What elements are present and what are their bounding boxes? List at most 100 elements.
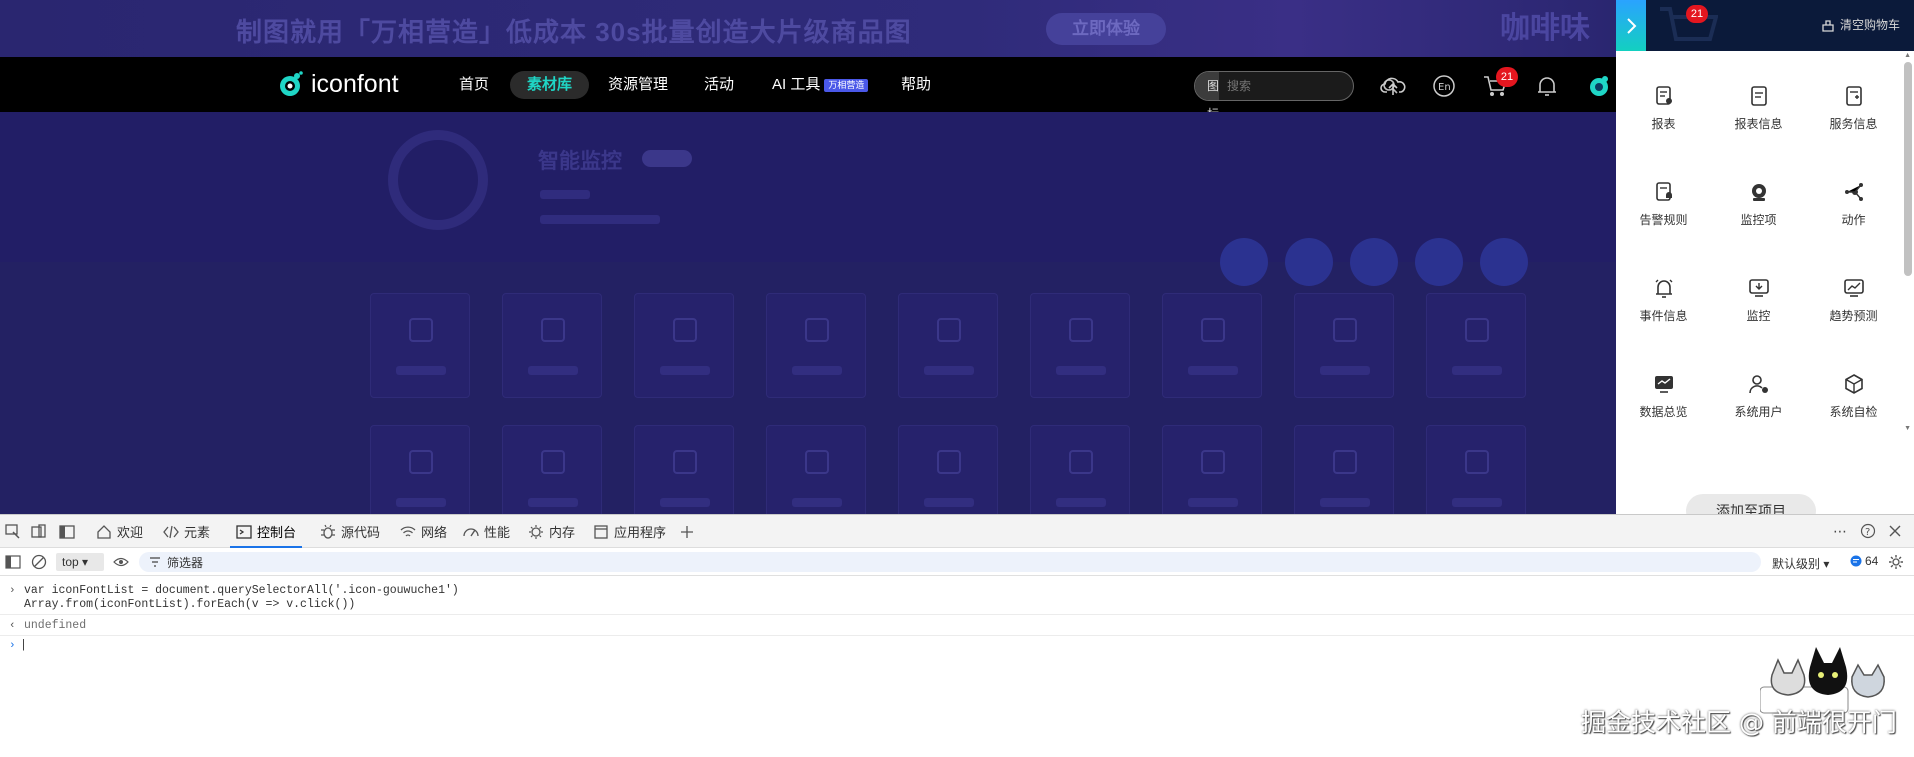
icon-card-icon — [1333, 450, 1357, 474]
cart-item[interactable]: 报表 — [1616, 51, 1711, 147]
nav-help[interactable]: 帮助 — [884, 71, 948, 99]
search-type-select[interactable]: 图标 ˅ — [1195, 72, 1220, 149]
watermark: 掘金技术社区 @ 前端很开门 — [1581, 708, 1897, 737]
device-icon[interactable] — [31, 524, 47, 540]
panel-scrollbar[interactable] — [1904, 62, 1912, 276]
language-icon[interactable]: En — [1430, 72, 1458, 100]
tab-sources[interactable]: 源代码 — [320, 515, 380, 548]
icon-card[interactable] — [898, 293, 998, 398]
icon-card[interactable] — [766, 425, 866, 514]
tab-memory[interactable]: 内存 — [528, 515, 575, 548]
icon-card[interactable] — [1030, 425, 1130, 514]
icon-card-icon — [1465, 318, 1489, 342]
console-input-line: var iconFontList = document.querySelecto… — [24, 584, 459, 597]
icon-card[interactable] — [1426, 425, 1526, 514]
cart-item[interactable]: 数据总览 — [1616, 339, 1711, 435]
clear-icon — [1822, 19, 1834, 32]
search-action-button[interactable] — [1220, 238, 1268, 286]
cart-item[interactable]: 报表信息 — [1711, 51, 1806, 147]
filter-placeholder: 筛选器 — [167, 555, 204, 570]
console-input-line: Array.from(iconFontList).forEach(v => v.… — [24, 598, 356, 611]
icon-card[interactable] — [502, 293, 602, 398]
add-tab-button[interactable] — [679, 515, 695, 548]
icon-card[interactable] — [1030, 293, 1130, 398]
share-action-button[interactable] — [1350, 238, 1398, 286]
icon-card[interactable] — [370, 425, 470, 514]
scroll-up-arrow[interactable]: ▲ — [1904, 52, 1911, 59]
nav-resources[interactable]: 资源管理 — [591, 71, 685, 99]
help-icon[interactable]: ? — [1860, 523, 1876, 539]
clear-cart-button[interactable]: 清空购物车 — [1821, 16, 1900, 33]
wifi-icon — [400, 525, 416, 536]
download-action-button[interactable] — [1415, 238, 1463, 286]
code-icon — [163, 525, 179, 538]
clear-console-icon[interactable] — [31, 554, 47, 570]
icon-card[interactable] — [766, 293, 866, 398]
cart-panel: 21 清空购物车 报表 报表信息 服务信息 告警规则 监控项 动作 事件信息 监… — [1616, 0, 1914, 528]
search-input[interactable] — [1219, 72, 1383, 100]
devtools-tabbar: 欢迎 元素 控制台 源代码 网络 性能 内存 应用程序 ⋯ ? — [0, 515, 1914, 548]
tab-network[interactable]: 网络 — [400, 515, 447, 548]
tab-console[interactable]: 控制台 — [229, 515, 303, 548]
panel-cart-count: 21 — [1686, 5, 1708, 23]
console-filter[interactable]: 筛选器 — [139, 552, 1761, 572]
cart-item[interactable]: 监控项 — [1711, 147, 1806, 243]
iconfont-logo[interactable]: iconfont — [277, 69, 399, 99]
cart-item[interactable]: 告警规则 — [1616, 147, 1711, 243]
banner-button[interactable]: 立即体验 — [1046, 13, 1166, 45]
icon-card[interactable] — [1294, 425, 1394, 514]
dock-icon[interactable] — [59, 524, 75, 540]
result-prompt-icon: ‹ — [9, 620, 16, 632]
bell-icon[interactable] — [1533, 72, 1561, 100]
inspect-icon[interactable] — [5, 524, 21, 540]
avatar[interactable] — [1585, 72, 1613, 100]
eye-icon[interactable] — [113, 555, 129, 569]
console-icon — [236, 524, 252, 539]
icon-card[interactable] — [1294, 293, 1394, 398]
cart-item[interactable]: 监控 — [1711, 243, 1806, 339]
cart-item[interactable]: 系统自检 — [1806, 339, 1901, 435]
icon-card[interactable] — [1162, 425, 1262, 514]
tab-welcome[interactable]: 欢迎 — [96, 515, 143, 548]
project-meta — [540, 190, 590, 199]
nav-activity[interactable]: 活动 — [687, 71, 751, 99]
issues-counter[interactable]: 64 — [1850, 554, 1878, 568]
icon-card[interactable] — [634, 293, 734, 398]
nav-ai-tools[interactable]: AI 工具 万相营造 — [755, 71, 885, 99]
cart-item[interactable]: 动作 — [1806, 147, 1901, 243]
nav-materials[interactable]: 素材库 — [510, 71, 590, 99]
icon-card-label — [1452, 366, 1502, 375]
collapse-panel-button[interactable] — [1616, 0, 1646, 51]
tab-label: 网络 — [421, 525, 448, 540]
cart-item[interactable]: 服务信息 — [1806, 51, 1901, 147]
console-caret[interactable]: | — [20, 639, 27, 652]
upload-icon[interactable] — [1379, 72, 1407, 100]
icon-card[interactable] — [1162, 293, 1262, 398]
icon-card[interactable] — [634, 425, 734, 514]
cart-item[interactable]: 趋势预测 — [1806, 243, 1901, 339]
monitor-icon — [1748, 279, 1769, 297]
close-icon[interactable] — [1888, 524, 1902, 538]
icon-card-label — [1452, 498, 1502, 507]
gear-icon[interactable] — [1888, 554, 1904, 570]
cart-action-button[interactable] — [1480, 238, 1528, 286]
promo-banner[interactable]: 制图就用「万相营造」低成本 30s批量创造大片级商品图 立即体验 咖啡味的 — [0, 0, 1616, 102]
tab-application[interactable]: 应用程序 — [593, 515, 666, 548]
power-action-button[interactable] — [1285, 238, 1333, 286]
icon-card-label — [396, 366, 446, 375]
more-icon[interactable]: ⋯ — [1833, 523, 1847, 540]
icon-card[interactable] — [898, 425, 998, 514]
icon-card-icon — [805, 318, 829, 342]
icon-card[interactable] — [1426, 293, 1526, 398]
log-level-select[interactable]: 默认级别 ▾ — [1772, 555, 1829, 572]
tab-elements[interactable]: 元素 — [163, 515, 210, 548]
cart-item[interactable]: 系统用户 — [1711, 339, 1806, 435]
icon-card[interactable] — [370, 293, 470, 398]
scroll-down-arrow[interactable]: ▼ — [1904, 425, 1911, 432]
cart-item[interactable]: 事件信息 — [1616, 243, 1711, 339]
icon-card[interactable] — [502, 425, 602, 514]
tab-performance[interactable]: 性能 — [463, 515, 510, 548]
context-select[interactable]: top ▾ — [56, 553, 104, 571]
nav-home[interactable]: 首页 — [442, 71, 506, 99]
sidebar-toggle-icon[interactable] — [5, 555, 21, 569]
